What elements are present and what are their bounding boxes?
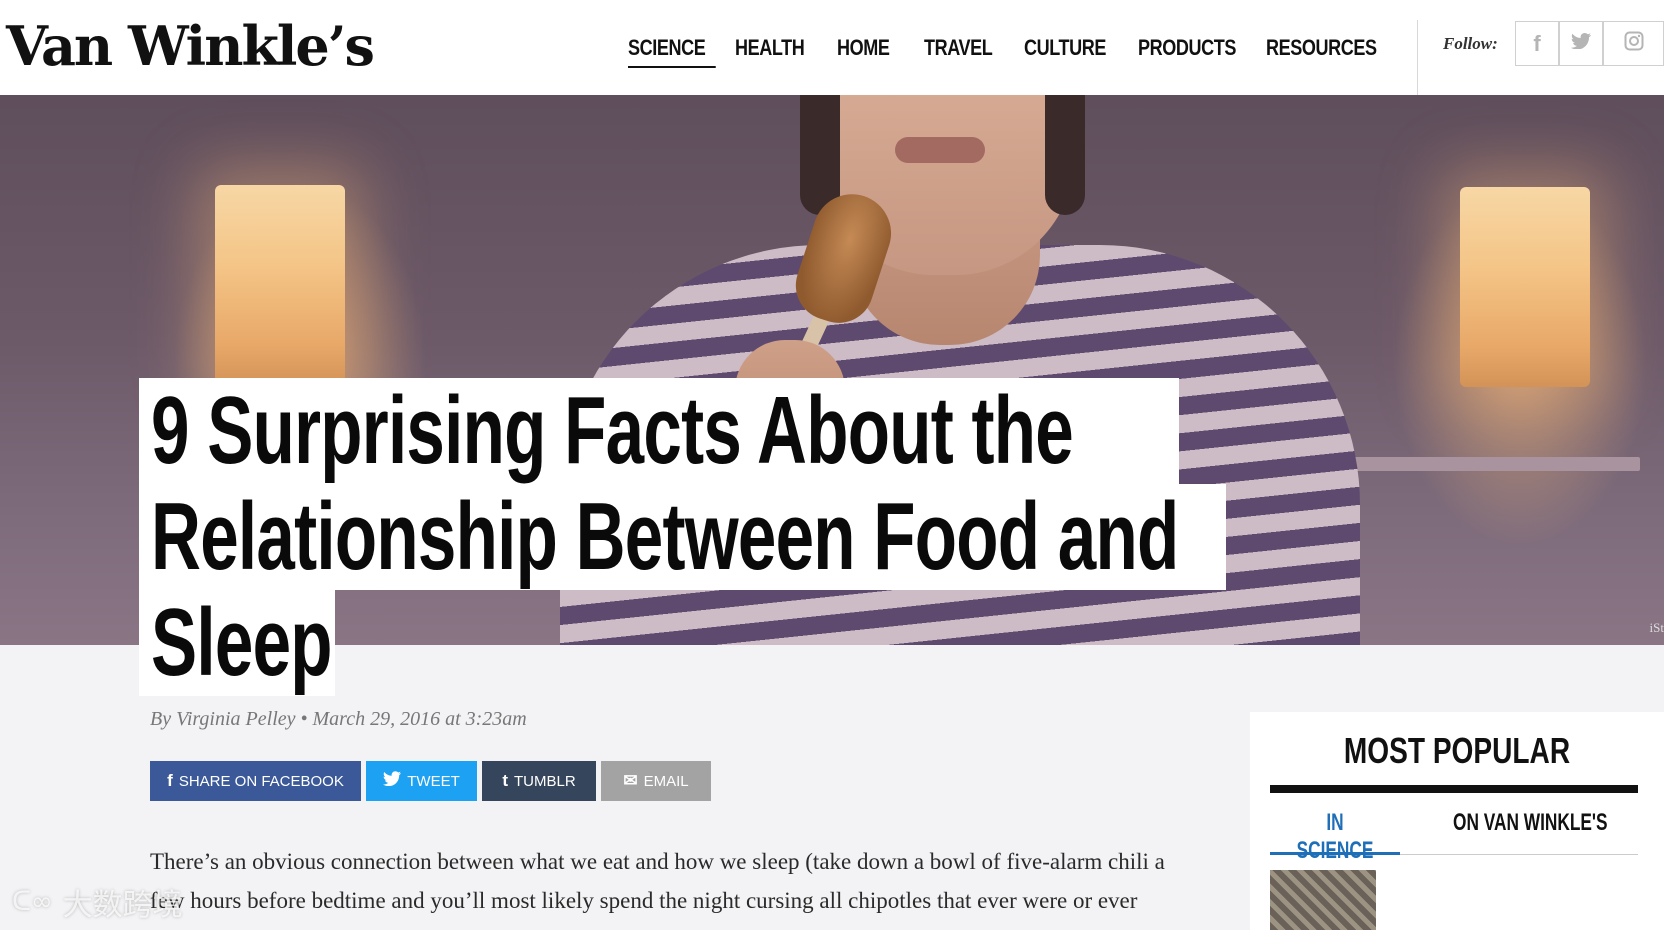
nav-item-culture[interactable]: CULTURE	[1024, 30, 1117, 66]
nav-item-home[interactable]: HOME	[837, 30, 908, 66]
facebook-icon: f	[1533, 30, 1541, 56]
share-buttons: f SHARE ON FACEBOOK TWEET t TUMBLR ✉ EMA…	[150, 761, 716, 801]
tumblr-icon: t	[502, 771, 508, 790]
most-popular-title: MOST POPULAR	[1343, 730, 1571, 771]
nav-item-travel[interactable]: TRAVEL	[924, 30, 1006, 66]
twitter-follow-button[interactable]	[1559, 21, 1603, 66]
body-line: There’s an obvious connection between wh…	[150, 849, 1165, 874]
watermark-text: 大数跨境	[62, 888, 183, 923]
title-line-3: Sleep	[139, 590, 335, 696]
twitter-icon	[383, 771, 402, 791]
email-button[interactable]: ✉ EMAIL	[601, 761, 711, 801]
site-logo[interactable]: Van Winkle’s	[6, 14, 375, 78]
nav-item-resources[interactable]: RESOURCES	[1266, 30, 1377, 66]
share-facebook-label: SHARE ON FACEBOOK	[178, 772, 344, 790]
most-popular-widget: MOST POPULAR IN SCIENCE ON VAN WINKLE'S	[1250, 712, 1664, 930]
site-header: Van Winkle’s SCIENCE HEALTH HOME TRAVEL …	[0, 0, 1664, 100]
byline: By Virginia Pelley • March 29, 2016 at 3…	[150, 708, 527, 730]
left-lamp	[215, 185, 345, 385]
tab-on-van-winkles[interactable]: ON VAN WINKLE'S	[1420, 809, 1640, 837]
title-line-2: Relationship Between Food and	[139, 484, 1226, 590]
follow-label: Follow:	[1443, 34, 1498, 53]
instagram-icon	[1624, 31, 1644, 56]
photo-credit: iSt	[1649, 620, 1664, 635]
nav-divider	[1417, 20, 1418, 100]
nav-item-science[interactable]: SCIENCE	[628, 30, 716, 68]
watermark-logo-icon: ᑕ∞	[12, 887, 53, 917]
person-hair	[1045, 95, 1085, 215]
watermark: ᑕ∞ 大数跨境	[12, 880, 183, 924]
title-line-1: 9 Surprising Facts About the	[139, 378, 1179, 484]
facebook-follow-button[interactable]: f	[1515, 21, 1559, 66]
article-body: There’s an obvious connection between wh…	[150, 842, 1200, 920]
title-bar	[1270, 785, 1638, 793]
active-tab-indicator	[1270, 852, 1400, 855]
right-lamp	[1460, 187, 1590, 387]
share-facebook-button[interactable]: f SHARE ON FACEBOOK	[150, 761, 361, 801]
tweet-button[interactable]: TWEET	[366, 761, 477, 801]
tab-divider	[1400, 854, 1638, 855]
person-mouth	[895, 137, 985, 163]
facebook-icon: f	[167, 771, 173, 790]
main-nav: SCIENCE HEALTH HOME TRAVEL CULTURE PRODU…	[628, 30, 1396, 68]
instagram-follow-button[interactable]	[1603, 21, 1664, 66]
tweet-label: TWEET	[407, 772, 460, 790]
popular-article-thumbnail[interactable]	[1270, 870, 1376, 930]
email-icon: ✉	[623, 771, 638, 790]
nav-item-health[interactable]: HEALTH	[735, 30, 819, 66]
tumblr-button[interactable]: t TUMBLR	[482, 761, 596, 801]
tumblr-label: TUMBLR	[514, 772, 576, 790]
twitter-icon	[1571, 33, 1591, 54]
tab-in-science[interactable]: IN SCIENCE	[1270, 809, 1400, 865]
email-label: EMAIL	[643, 772, 689, 790]
body-line: few hours before bedtime and you’ll most…	[150, 888, 1138, 913]
nav-item-products[interactable]: PRODUCTS	[1138, 30, 1243, 66]
